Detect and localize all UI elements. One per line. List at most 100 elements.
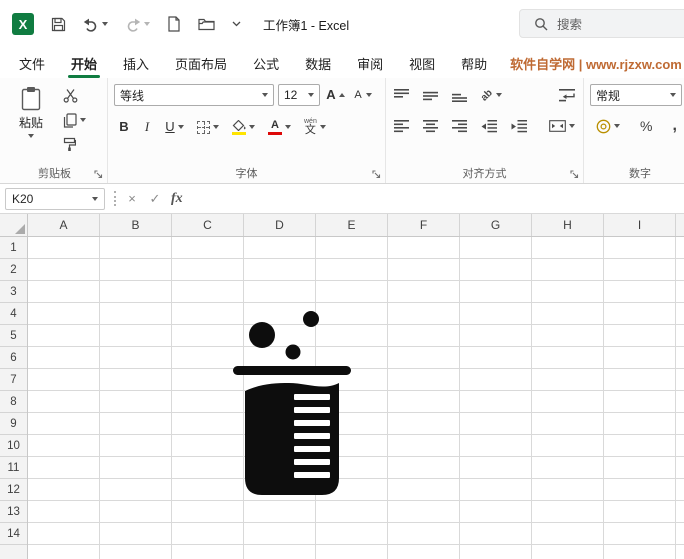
font-size-combo[interactable]: 12	[278, 84, 320, 106]
search-box[interactable]: 搜索	[519, 9, 684, 38]
paste-button[interactable]: 粘贴	[8, 86, 54, 153]
row-header-14[interactable]: 14	[0, 523, 27, 545]
quick-access-toolbar: X	[12, 13, 241, 35]
beaker-bubble-small	[303, 311, 319, 327]
tab-file[interactable]: 文件	[6, 48, 58, 78]
column-header-E[interactable]: E	[316, 214, 388, 236]
underline-caret	[178, 125, 184, 129]
tab-review[interactable]: 审阅	[344, 48, 396, 78]
row-header-8[interactable]: 8	[0, 391, 27, 413]
shrink-font-button[interactable]: A	[351, 87, 374, 103]
align-center-button[interactable]	[421, 119, 440, 134]
decrease-indent-button[interactable]	[479, 119, 499, 134]
redo-button[interactable]	[125, 17, 150, 32]
row-header-4[interactable]: 4	[0, 303, 27, 325]
paste-dropdown-caret	[28, 134, 34, 138]
select-all-corner[interactable]	[0, 214, 28, 237]
row-header-2[interactable]: 2	[0, 259, 27, 281]
column-header-A[interactable]: A	[28, 214, 100, 236]
accounting-format-button[interactable]	[594, 118, 622, 135]
ribbon: 粘贴 剪贴板 等线 12 A A B I U A wén 文 字体 ab 对齐方…	[0, 78, 684, 184]
enter-button[interactable]: ✓	[148, 191, 162, 207]
formula-bar: K20 × ✓ fx	[0, 184, 684, 214]
alignment-dialog-launcher[interactable]	[569, 169, 580, 180]
column-header-B[interactable]: B	[100, 214, 172, 236]
wrap-text-button[interactable]	[557, 88, 577, 103]
italic-button[interactable]: I	[140, 119, 154, 135]
number-group: 常规 % , 数字	[584, 78, 684, 183]
insert-function-button[interactable]: fx	[171, 191, 183, 207]
merge-center-button[interactable]	[547, 119, 577, 133]
clipboard-dialog-launcher[interactable]	[93, 169, 104, 180]
percent-style-button[interactable]: %	[638, 117, 654, 135]
row-header-12[interactable]: 12	[0, 479, 27, 501]
bold-button[interactable]: B	[117, 119, 131, 135]
new-file-button[interactable]	[167, 16, 181, 32]
wrap-text-icon	[559, 88, 575, 101]
clipboard-group: 粘贴 剪贴板	[2, 78, 108, 183]
tab-data[interactable]: 数据	[292, 48, 344, 78]
tab-formulas[interactable]: 公式	[240, 48, 292, 78]
formula-input[interactable]	[192, 184, 684, 213]
tab-insert[interactable]: 插入	[110, 48, 162, 78]
save-button[interactable]	[51, 17, 66, 32]
comma-style-button[interactable]: ,	[670, 116, 678, 136]
row-header-1[interactable]: 1	[0, 237, 27, 259]
grow-font-button[interactable]: A	[324, 87, 347, 103]
align-middle-button[interactable]	[421, 88, 440, 103]
column-header-F[interactable]: F	[388, 214, 460, 236]
tab-page-layout[interactable]: 页面布局	[162, 48, 240, 78]
phonetic-guide-button[interactable]: wén 文	[302, 117, 328, 137]
align-left-button[interactable]	[392, 119, 411, 134]
row-header-11[interactable]: 11	[0, 457, 27, 479]
increase-indent-button[interactable]	[509, 119, 529, 134]
column-header-H[interactable]: H	[532, 214, 604, 236]
fill-color-button[interactable]	[230, 119, 257, 136]
qat-customize-button[interactable]	[232, 21, 241, 27]
row-header-13[interactable]: 13	[0, 501, 27, 523]
align-top-button[interactable]	[392, 88, 411, 103]
tab-view[interactable]: 视图	[396, 48, 448, 78]
font-name-combo[interactable]: 等线	[114, 84, 274, 106]
font-group: 等线 12 A A B I U A wén 文 字体	[108, 78, 386, 183]
format-painter-button[interactable]	[61, 136, 88, 153]
font-name-caret	[262, 93, 268, 97]
borders-button[interactable]	[195, 120, 221, 135]
undo-button[interactable]	[83, 17, 108, 32]
column-header-C[interactable]: C	[172, 214, 244, 236]
orientation-button[interactable]: ab	[479, 87, 504, 103]
font-dialog-launcher[interactable]	[371, 169, 382, 180]
cut-button[interactable]	[61, 87, 88, 104]
row-header-5[interactable]: 5	[0, 325, 27, 347]
fill-color-bar	[232, 131, 246, 135]
row-header-9[interactable]: 9	[0, 413, 27, 435]
open-file-button[interactable]	[198, 17, 215, 31]
tab-home[interactable]: 开始	[58, 48, 110, 78]
name-box[interactable]: K20	[5, 187, 105, 210]
merge-center-caret	[569, 124, 575, 128]
beaker-rim	[233, 366, 351, 375]
beaker-image[interactable]	[232, 304, 352, 502]
column-header-G[interactable]: G	[460, 214, 532, 236]
align-bottom-button[interactable]	[450, 88, 469, 103]
font-size-caret	[308, 93, 314, 97]
row-header-6[interactable]: 6	[0, 347, 27, 369]
align-right-icon	[452, 119, 467, 132]
font-color-button[interactable]: A	[266, 119, 293, 136]
spreadsheet-grid[interactable]	[28, 237, 684, 559]
tab-help[interactable]: 帮助	[448, 48, 500, 78]
name-box-separator-handle[interactable]	[114, 191, 116, 206]
row-header-10[interactable]: 10	[0, 435, 27, 457]
align-right-button[interactable]	[450, 119, 469, 134]
row-header-3[interactable]: 3	[0, 281, 27, 303]
copy-button[interactable]	[61, 112, 88, 129]
title-bar: X 工作簿1 - Excel 搜索	[0, 0, 684, 48]
column-header-D[interactable]: D	[244, 214, 316, 236]
row-header-7[interactable]: 7	[0, 369, 27, 391]
column-header-I[interactable]: I	[604, 214, 676, 236]
number-format-combo[interactable]: 常规	[590, 84, 682, 106]
number-group-label: 数字	[629, 168, 651, 180]
cancel-button[interactable]: ×	[125, 191, 139, 206]
underline-button[interactable]: U	[163, 119, 186, 135]
align-center-icon	[423, 119, 438, 132]
